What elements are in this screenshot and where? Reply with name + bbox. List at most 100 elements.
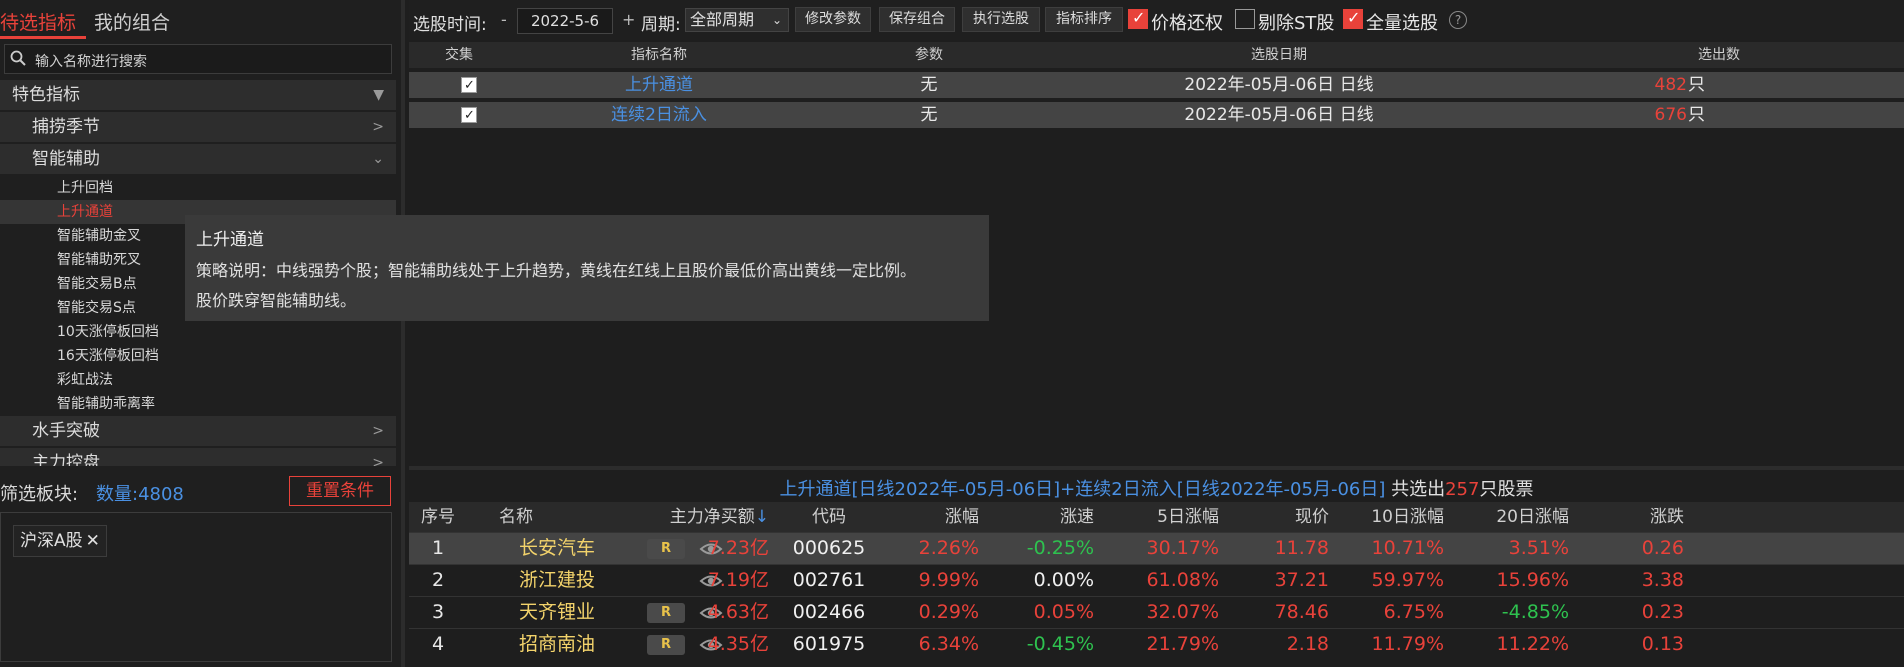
- indicator-tooltip: 上升通道 策略说明：中线强势个股；智能辅助线处于上升趋势，黄线在红线上且股价最低…: [185, 215, 989, 321]
- tooltip-title: 上升通道: [196, 230, 264, 250]
- tree-group-smart-assist[interactable]: 智能辅助 ⌄: [0, 144, 396, 174]
- search-placeholder: 输入名称进行搜索: [35, 54, 147, 70]
- price-diff: 3.38: [1641, 569, 1684, 591]
- col-date: 选股日期: [1251, 47, 1307, 63]
- tree-leaf[interactable]: 智能辅助乖离率: [0, 392, 396, 416]
- sort-indicators-button[interactable]: 指标排序: [1045, 7, 1123, 32]
- stock-name[interactable]: 浙江建投: [519, 565, 595, 596]
- speed-pct: 0.00%: [1033, 569, 1094, 591]
- row-no: 3: [431, 601, 445, 623]
- tree-root-special[interactable]: 特色指标 ▼: [0, 80, 396, 110]
- change-10day: 59.97%: [1371, 569, 1444, 591]
- filter-label: 筛选板块:: [0, 484, 79, 505]
- modify-params-button[interactable]: 修改参数: [795, 7, 871, 32]
- search-input[interactable]: 输入名称进行搜索: [4, 44, 392, 74]
- indicator-name: 上升通道: [625, 75, 693, 95]
- help-icon[interactable]: ?: [1449, 11, 1467, 29]
- panel-divider[interactable]: [409, 466, 1904, 470]
- change-5day: 21.79%: [1146, 633, 1219, 655]
- tree-leaf[interactable]: 彩虹战法: [0, 368, 396, 392]
- tree-group-main-control[interactable]: 主力控盘 >: [0, 448, 396, 466]
- full-screen-checkbox[interactable]: [1343, 8, 1363, 29]
- col-code[interactable]: 代码: [779, 502, 879, 532]
- col-no[interactable]: 序号: [409, 502, 467, 532]
- indicator-row[interactable]: 连续2日流入 无 2022年-05月-06日 日线 676 只: [409, 102, 1904, 129]
- date-plus-button[interactable]: +: [622, 10, 635, 29]
- summary-count: 257: [1445, 479, 1480, 500]
- stock-name[interactable]: 长安汽车: [519, 533, 595, 564]
- tree-group-fishing-season[interactable]: 捕捞季节 >: [0, 112, 396, 142]
- price-diff: 0.23: [1641, 601, 1684, 623]
- net-buy: 7.19亿: [707, 569, 769, 591]
- reset-button[interactable]: 重置条件: [289, 476, 391, 506]
- indicator-name: 连续2日流入: [611, 105, 707, 125]
- stock-code: 601975: [792, 633, 866, 655]
- price-diff: 0.26: [1641, 537, 1684, 559]
- tree-leaf[interactable]: 16天涨停板回档: [0, 344, 396, 368]
- col-change[interactable]: 涨幅: [884, 502, 979, 532]
- stock-code: 002761: [792, 569, 866, 591]
- search-icon: [10, 50, 26, 66]
- triangle-down-icon: ▼: [373, 87, 384, 103]
- date-minus-button[interactable]: -: [501, 10, 507, 29]
- run-screen-button[interactable]: 执行选股: [962, 7, 1040, 32]
- table-row[interactable]: 2 浙江建投 7.19亿 002761 9.99% 0.00% 61.08% 3…: [409, 564, 1904, 596]
- table-row[interactable]: 4 招商南油 R 4.35亿 601975 6.34% -0.45% 21.79…: [409, 628, 1904, 660]
- stock-code: 000625: [792, 537, 866, 559]
- period-select[interactable]: 全部周期 ⌄: [685, 8, 789, 32]
- tab-candidate-indicators[interactable]: 待选指标: [0, 8, 76, 35]
- change-20day: 3.51%: [1508, 537, 1569, 559]
- sort-desc-icon: ↓: [754, 507, 769, 527]
- row-no: 1: [431, 537, 445, 559]
- table-row[interactable]: 3 天齐锂业 R 4.63亿 002466 0.29% 0.05% 32.07%…: [409, 596, 1904, 628]
- exclude-st-checkbox[interactable]: [1235, 9, 1255, 29]
- filter-section: 筛选板块: 数量:4808 重置条件 沪深A股 ✕: [0, 472, 396, 667]
- filter-box: 沪深A股 ✕: [0, 512, 392, 662]
- col-intersect: 交集: [445, 47, 473, 63]
- sector-chip[interactable]: 沪深A股 ✕: [13, 525, 107, 557]
- intersect-checkbox[interactable]: [461, 103, 477, 129]
- change-10day: 11.79%: [1371, 633, 1444, 655]
- indicator-param: 无: [920, 75, 938, 95]
- tree-leaf[interactable]: 上升回档: [0, 176, 396, 200]
- col-20day[interactable]: 20日涨幅: [1459, 502, 1569, 532]
- tree-group-sailor-breakout[interactable]: 水手突破 >: [0, 416, 396, 446]
- col-speed[interactable]: 涨速: [989, 502, 1094, 532]
- date-input[interactable]: 2022-5-6: [517, 8, 613, 34]
- active-tab-underline: [0, 36, 86, 39]
- table-row[interactable]: 1 长安汽车 R 7.23亿 000625 2.26% -0.25% 30.17…: [409, 532, 1904, 564]
- change-pct: 2.26%: [918, 537, 979, 559]
- right-panel: 选股时间: - 2022-5-6 + 周期: 全部周期 ⌄ 修改参数 保存组合 …: [409, 0, 1904, 667]
- filter-count: 数量:4808: [96, 484, 184, 505]
- intersect-checkbox[interactable]: [461, 73, 477, 99]
- indicator-row[interactable]: 上升通道 无 2022年-05月-06日 日线 482 只: [409, 72, 1904, 99]
- change-10day: 10.71%: [1371, 537, 1444, 559]
- col-5day[interactable]: 5日涨幅: [1099, 502, 1219, 532]
- col-name[interactable]: 名称: [499, 502, 619, 532]
- tree-leaf[interactable]: 10天涨停板回档: [0, 320, 396, 344]
- close-icon[interactable]: ✕: [86, 531, 100, 551]
- summary-mid: 共选出: [1385, 479, 1446, 500]
- save-combo-button[interactable]: 保存组合: [879, 7, 955, 32]
- indicator-param: 无: [920, 105, 938, 125]
- change-5day: 30.17%: [1146, 537, 1219, 559]
- indicator-count: 676: [1654, 105, 1687, 125]
- change-pct: 0.29%: [918, 601, 979, 623]
- stock-name[interactable]: 招商南油: [519, 629, 595, 660]
- col-net-buy[interactable]: 主力净买额↓: [659, 502, 769, 532]
- col-10day[interactable]: 10日涨幅: [1339, 502, 1444, 532]
- speed-pct: 0.05%: [1033, 601, 1094, 623]
- time-label: 选股时间:: [413, 15, 487, 35]
- price-adjust-checkbox[interactable]: [1128, 8, 1148, 29]
- tab-my-combos[interactable]: 我的组合: [94, 8, 170, 35]
- chevron-right-icon: >: [372, 423, 384, 439]
- period-label: 周期:: [641, 15, 681, 35]
- stock-name[interactable]: 天齐锂业: [519, 597, 595, 628]
- col-diff[interactable]: 涨跌: [1579, 502, 1684, 532]
- summary-expression: 上升通道[日线2022年-05月-06日]+连续2日流入[日线2022年-05月…: [779, 479, 1386, 500]
- col-count: 选出数: [1698, 47, 1740, 63]
- indicator-date: 2022年-05月-06日 日线: [1184, 75, 1374, 95]
- col-price[interactable]: 现价: [1229, 502, 1329, 532]
- result-table-header: 序号 名称 主力净买额↓ 代码 涨幅 涨速 5日涨幅 现价 10日涨幅 20日涨…: [409, 502, 1904, 532]
- tree-group-label: 水手突破: [32, 421, 100, 441]
